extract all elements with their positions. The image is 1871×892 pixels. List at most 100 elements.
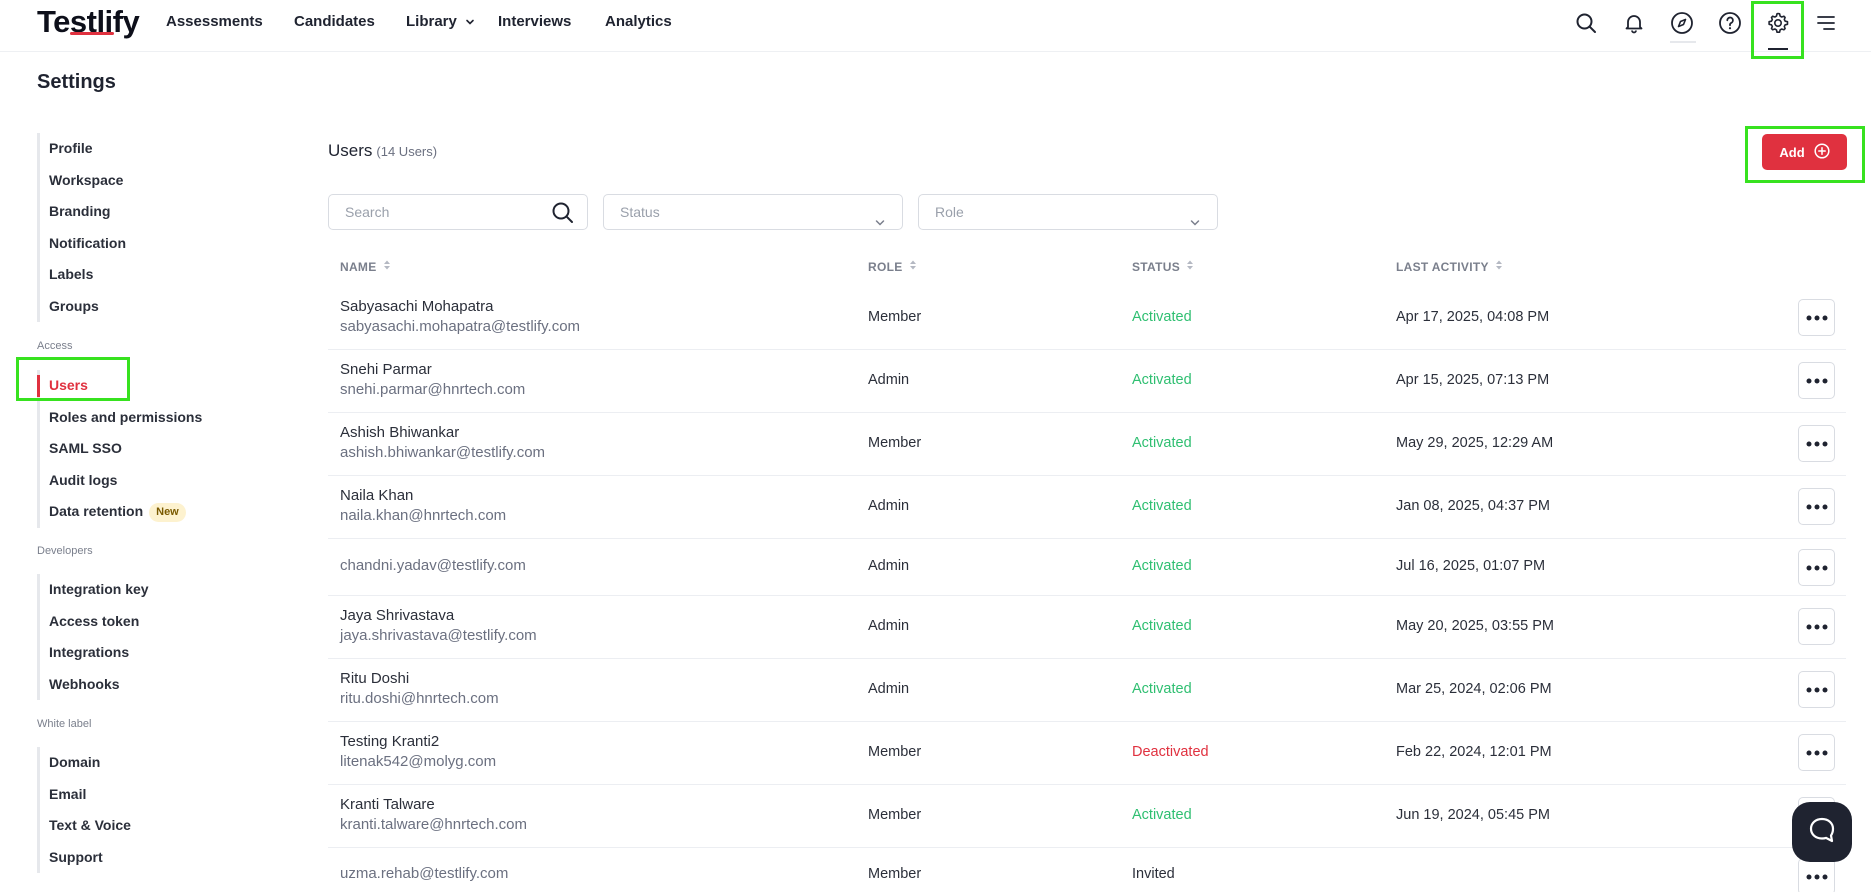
user-status: Activated: [1132, 309, 1192, 325]
table-row[interactable]: Sabyasachi Mohapatra sabyasachi.mohapatr…: [328, 287, 1846, 350]
nav-interviews[interactable]: Interviews: [498, 13, 571, 30]
sidebar-item-domain[interactable]: Domain: [40, 747, 131, 779]
user-status: Invited: [1132, 866, 1175, 882]
status-select[interactable]: Status: [603, 194, 903, 230]
user-email: kranti.talware@hnrtech.com: [340, 816, 527, 833]
sidebar-item-roles-and-permissions[interactable]: Roles and permissions: [40, 402, 202, 434]
user-cell: Testing Kranti2 litenak542@molyg.com: [340, 733, 496, 770]
table-row[interactable]: Kranti Talware kranti.talware@hnrtech.co…: [328, 785, 1846, 848]
more-options-button[interactable]: [1798, 362, 1835, 399]
sidebar-item-integrations[interactable]: Integrations: [40, 637, 149, 669]
more-options-button[interactable]: [1798, 858, 1835, 892]
user-last-activity: May 20, 2025, 03:55 PM: [1396, 618, 1554, 634]
search-field[interactable]: [328, 194, 588, 230]
user-email: snehi.parmar@hnrtech.com: [340, 381, 526, 398]
user-email: ashish.bhiwankar@testlify.com: [340, 444, 546, 461]
chat-bubble-icon: [1807, 815, 1837, 850]
chat-support-button[interactable]: [1792, 802, 1852, 862]
role-select[interactable]: Role: [918, 194, 1218, 230]
active-tab-underline: [1768, 48, 1788, 50]
user-role: Member: [868, 309, 922, 325]
bell-icon[interactable]: [1619, 8, 1649, 38]
table-row[interactable]: uzma.rehab@testlify.com Member Invited: [328, 848, 1846, 892]
column-header-last-activity[interactable]: LAST ACTIVITY: [1396, 259, 1503, 274]
chevron-down-icon: [465, 14, 475, 31]
sidebar-item-support[interactable]: Support: [40, 842, 131, 874]
sidebar-item-integration-key[interactable]: Integration key: [40, 574, 149, 606]
table-row[interactable]: chandni.yadav@testlify.com Admin Activat…: [328, 539, 1846, 596]
sidebar-item-branding[interactable]: Branding: [40, 196, 126, 228]
sidebar-item-webhooks[interactable]: Webhooks: [40, 669, 149, 701]
table-row[interactable]: Testing Kranti2 litenak542@molyg.com Mem…: [328, 722, 1846, 785]
user-cell: Sabyasachi Mohapatra sabyasachi.mohapatr…: [340, 298, 580, 335]
menu-icon[interactable]: [1811, 8, 1841, 38]
sidebar-item-saml-sso[interactable]: SAML SSO: [40, 433, 202, 465]
user-name: Sabyasachi Mohapatra: [340, 298, 494, 315]
sidebar-item-notification[interactable]: Notification: [40, 228, 126, 260]
search-icon[interactable]: [1571, 8, 1601, 38]
user-role: Admin: [868, 618, 910, 634]
sidebar-item-data-retention[interactable]: Data retention New: [40, 496, 202, 528]
table-row[interactable]: Ashish Bhiwankar ashish.bhiwankar@testli…: [328, 413, 1846, 476]
column-header-label: ROLE: [868, 259, 903, 274]
column-header-name[interactable]: NAME: [340, 259, 391, 274]
users-heading: Users (14 Users): [328, 141, 437, 161]
sidebar-item-workspace[interactable]: Workspace: [40, 165, 126, 197]
sidebar-section-white-label: White label: [37, 718, 92, 730]
compass-icon[interactable]: [1667, 8, 1697, 38]
sidebar-item-users[interactable]: Users: [36, 370, 202, 402]
search-icon[interactable]: [551, 201, 575, 237]
user-email: litenak542@molyg.com: [340, 753, 497, 770]
user-last-activity: Feb 22, 2024, 12:01 PM: [1396, 744, 1552, 760]
more-options-button[interactable]: [1798, 425, 1835, 462]
sidebar-section-access: Access: [37, 340, 73, 352]
top-navbar: Testlify Assessments Candidates Library …: [0, 0, 1871, 59]
sidebar-item-text-voice[interactable]: Text & Voice: [40, 810, 131, 842]
sidebar-item-groups[interactable]: Groups: [40, 291, 126, 323]
add-button-label: Add: [1779, 144, 1805, 160]
sidebar-item-email[interactable]: Email: [40, 779, 131, 811]
more-options-button[interactable]: [1798, 299, 1835, 336]
help-icon[interactable]: [1715, 8, 1745, 38]
user-last-activity: Jan 08, 2025, 04:37 PM: [1396, 498, 1550, 514]
user-role: Member: [868, 435, 922, 451]
sort-icon: [1495, 259, 1503, 274]
sidebar-item-audit-logs[interactable]: Audit logs: [40, 465, 202, 497]
column-header-status[interactable]: STATUS: [1132, 259, 1194, 274]
nav-candidates[interactable]: Candidates: [294, 13, 375, 30]
search-input[interactable]: [345, 204, 545, 220]
user-cell: Naila Khan naila.khan@hnrtech.com: [340, 487, 506, 524]
sidebar-item-access-token[interactable]: Access token: [40, 606, 149, 638]
table-row[interactable]: Ritu Doshi ritu.doshi@hnrtech.com Admin …: [328, 659, 1846, 722]
column-header-role[interactable]: ROLE: [868, 259, 917, 274]
more-options-button[interactable]: [1798, 608, 1835, 645]
sort-icon: [909, 259, 917, 274]
table-row[interactable]: Naila Khan naila.khan@hnrtech.com Admin …: [328, 476, 1846, 539]
sidebar-item-labels[interactable]: Labels: [40, 259, 126, 291]
table-row[interactable]: Snehi Parmar snehi.parmar@hnrtech.com Ad…: [328, 350, 1846, 413]
user-cell: Snehi Parmar snehi.parmar@hnrtech.com: [340, 361, 525, 398]
user-cell: Ritu Doshi ritu.doshi@hnrtech.com: [340, 670, 499, 707]
nav-assessments[interactable]: Assessments: [166, 13, 263, 30]
compass-underline: [1670, 41, 1696, 43]
nav-analytics[interactable]: Analytics: [605, 13, 672, 30]
column-header-label: LAST ACTIVITY: [1396, 259, 1489, 274]
more-options-button[interactable]: [1798, 734, 1835, 771]
sort-icon: [383, 259, 391, 274]
more-options-button[interactable]: [1798, 549, 1835, 586]
sidebar-item-profile[interactable]: Profile: [40, 133, 126, 165]
nav-library[interactable]: Library: [406, 13, 475, 31]
add-user-button[interactable]: Add: [1762, 134, 1847, 170]
more-options-button[interactable]: [1798, 671, 1835, 708]
user-last-activity: Apr 17, 2025, 04:08 PM: [1396, 309, 1550, 325]
nav-library-label: Library: [406, 13, 457, 30]
user-email: naila.khan@hnrtech.com: [340, 507, 507, 524]
user-role: Admin: [868, 558, 910, 574]
gear-icon[interactable]: [1763, 8, 1793, 38]
user-last-activity: Jul 16, 2025, 01:07 PM: [1396, 558, 1546, 574]
user-cell: chandni.yadav@testlify.com: [340, 557, 526, 574]
table-row[interactable]: Jaya Shrivastava jaya.shrivastava@testli…: [328, 596, 1846, 659]
user-cell: Ashish Bhiwankar ashish.bhiwankar@testli…: [340, 424, 545, 461]
user-role: Member: [868, 866, 922, 882]
more-options-button[interactable]: [1798, 488, 1835, 525]
